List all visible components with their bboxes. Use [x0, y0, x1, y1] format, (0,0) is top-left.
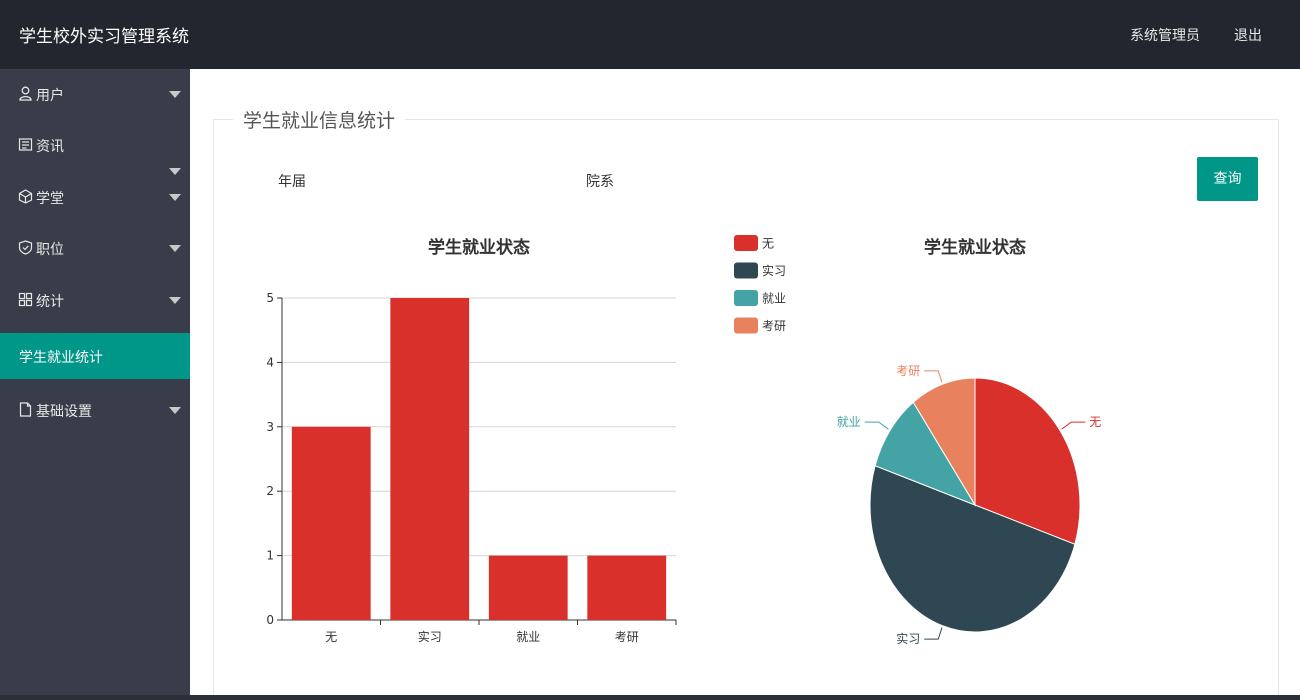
x-tick-label: 考研 [615, 630, 639, 644]
pie-label-line [864, 421, 889, 430]
legend-label: 无 [762, 237, 774, 251]
legend-swatch-考研 [734, 317, 758, 334]
x-tick-label: 实习 [418, 629, 442, 644]
y-tick-label: 5 [266, 291, 274, 305]
legend-label: 实习 [762, 263, 786, 278]
pie-label-line [924, 370, 943, 383]
window-bottom-edge [0, 695, 1300, 700]
y-tick-label: 2 [266, 484, 274, 498]
charts-area: 学生就业状态012345无 实习 就业 考研学生就业状态无实习就业考研无实习就业考研 [266, 235, 1101, 646]
legend-label: 就业 [762, 292, 786, 306]
pie-label: 就业 [837, 415, 861, 429]
y-tick-label: 4 [266, 355, 274, 369]
pie-chart-title: 学生就业状态 [924, 237, 1026, 258]
pie-label: 考研 [896, 364, 920, 378]
x-tick-label: 无 [325, 630, 337, 644]
bar-实习 [390, 298, 470, 620]
pie-label-line [1061, 421, 1086, 430]
legend-swatch-就业 [734, 290, 758, 306]
pie-label: 实习 [896, 631, 920, 646]
bar-考研 [587, 555, 667, 620]
legend-swatch-无 [734, 235, 758, 251]
bar-就业 [488, 555, 568, 620]
x-tick-label: 就业 [516, 630, 540, 644]
bar-无 [291, 426, 371, 620]
bar-chart-title: 学生就业状态 [428, 237, 530, 258]
y-tick-label: 3 [266, 420, 274, 434]
legend-swatch-实习 [734, 262, 758, 279]
y-tick-label: 1 [266, 549, 274, 563]
y-tick-label: 0 [266, 613, 274, 627]
pie-label-line [924, 627, 943, 640]
legend-label: 考研 [762, 319, 786, 333]
pie-label: 无 [1089, 415, 1101, 429]
